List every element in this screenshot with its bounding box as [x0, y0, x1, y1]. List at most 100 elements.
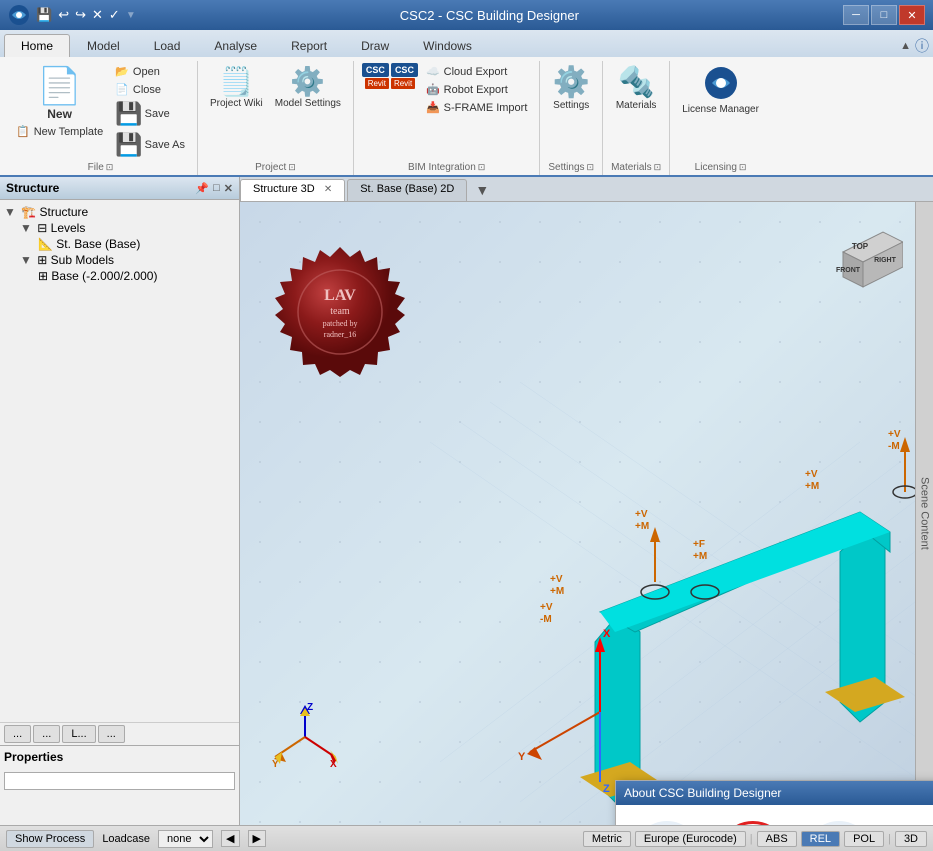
- bottom-axes: Z Y X: [270, 702, 340, 775]
- ribbon-help[interactable]: ▲: [900, 40, 911, 52]
- model-settings-icon: ⚙️: [290, 65, 325, 98]
- nav-next[interactable]: ▶: [248, 830, 266, 847]
- tab-stbase2d[interactable]: St. Base (Base) 2D: [347, 179, 467, 201]
- properties-input[interactable]: [4, 772, 235, 790]
- cloud-export-button[interactable]: ☁️ Cloud Export: [422, 63, 531, 80]
- saveas-button[interactable]: 💾 Save As: [111, 130, 189, 160]
- viewport-3d[interactable]: X Y Z +V -M +F +M +V: [240, 202, 933, 825]
- tree-item-submodels[interactable]: ▼ ⊞ Sub Models: [20, 252, 235, 268]
- svg-text:+F: +F: [693, 539, 705, 550]
- project-group-arrow[interactable]: ⊡: [288, 162, 296, 173]
- tab-structure3d[interactable]: Structure 3D ✕: [240, 179, 345, 201]
- open-button[interactable]: 📂 Open: [111, 63, 189, 80]
- settings-group-arrow[interactable]: ⊡: [587, 162, 595, 173]
- license-manager-button[interactable]: License Manager: [678, 63, 763, 117]
- submodels-icon: ⊞: [37, 253, 47, 267]
- tree-btn-1[interactable]: ...: [4, 725, 31, 743]
- tab-report[interactable]: Report: [274, 34, 344, 57]
- viewport-area: Structure 3D ✕ St. Base (Base) 2D ▼: [240, 177, 933, 825]
- eurocode-pill[interactable]: Europe (Eurocode): [635, 831, 746, 847]
- ribbon-info[interactable]: ⓘ: [915, 36, 929, 56]
- levels-icon: ⊟: [37, 221, 47, 235]
- fastrak-icon-section: Fastrak: [632, 821, 702, 825]
- svg-text:+V: +V: [635, 509, 648, 520]
- settings-button[interactable]: ⚙️ Settings: [549, 63, 594, 113]
- pin-icon[interactable]: 📌: [195, 182, 209, 195]
- rel-pill[interactable]: REL: [801, 831, 840, 847]
- ribbon-group-project: 🗒️ Project Wiki ⚙️ Model Settings Projec…: [198, 61, 354, 175]
- ribbon-group-settings: ⚙️ Settings Settings ⊡: [540, 61, 603, 175]
- minimize-button[interactable]: ─: [843, 5, 869, 25]
- maximize-button[interactable]: □: [871, 5, 897, 25]
- tree-item-stbase[interactable]: 📐 St. Base (Base): [36, 236, 235, 252]
- quick-access-save[interactable]: 💾: [36, 7, 52, 23]
- model-settings-button[interactable]: ⚙️ Model Settings: [271, 63, 345, 111]
- structure-panel: Structure 📌 □ ✕ ▼ 🏗️ Structure ▼ ⊟ Level…: [0, 177, 240, 825]
- materials-button[interactable]: 🔩 Materials: [612, 63, 661, 113]
- loadcase-select[interactable]: none: [158, 830, 213, 848]
- app-icon: [8, 4, 30, 26]
- nav-prev[interactable]: ◀: [221, 830, 239, 847]
- tab-analyse[interactable]: Analyse: [197, 34, 274, 57]
- folder-icon: 📂: [115, 65, 129, 78]
- abs-pill[interactable]: ABS: [757, 831, 797, 847]
- save-icon: 💾: [115, 101, 142, 127]
- tab-add[interactable]: ▼: [469, 179, 495, 201]
- header-close-icon[interactable]: ✕: [224, 182, 233, 195]
- properties-panel: Properties: [0, 745, 239, 825]
- pol-pill[interactable]: POL: [844, 831, 884, 847]
- tab-windows[interactable]: Windows: [406, 34, 489, 57]
- metric-pill[interactable]: Metric: [583, 831, 631, 847]
- svg-text:+V: +V: [550, 574, 563, 585]
- quick-access-undo[interactable]: ↩: [58, 7, 69, 23]
- settings-icon: ⚙️: [553, 65, 590, 100]
- tab-home[interactable]: Home: [4, 34, 70, 57]
- 3d-pill[interactable]: 3D: [895, 831, 927, 847]
- svg-text:X: X: [330, 759, 337, 770]
- licensing-group-arrow[interactable]: ⊡: [739, 162, 747, 173]
- tree-btn-3[interactable]: L...: [62, 725, 95, 743]
- orion-icon-section: Orion: [804, 821, 874, 825]
- quick-access-redo[interactable]: ↪: [75, 7, 86, 23]
- tab-draw[interactable]: Draw: [344, 34, 406, 57]
- svg-text:X: X: [603, 628, 611, 640]
- svg-text:radner_16: radner_16: [324, 330, 356, 339]
- new-template-icon: 📋: [16, 125, 30, 138]
- about-title: About CSC Building Designer: [624, 786, 781, 800]
- robot-export-button[interactable]: 🤖 Robot Export: [422, 81, 531, 98]
- close-button[interactable]: 📄 Close: [111, 81, 189, 98]
- csc-revit-icon: CSC CSC: [362, 63, 418, 77]
- tree-buttons: ... ... L... ...: [0, 722, 239, 745]
- tree-item-base[interactable]: ⊞ Base (-2.000/2.000): [36, 268, 235, 284]
- tab-load[interactable]: Load: [137, 34, 198, 57]
- svg-text:-M: -M: [888, 441, 900, 452]
- show-process-button[interactable]: Show Process: [6, 830, 94, 848]
- new-icon: 📄: [37, 65, 82, 107]
- properties-title: Properties: [4, 750, 235, 764]
- bim-group-arrow[interactable]: ⊡: [478, 162, 486, 173]
- project-wiki-button[interactable]: 🗒️ Project Wiki: [206, 63, 267, 111]
- svg-text:+V: +V: [888, 429, 901, 440]
- materials-group-arrow[interactable]: ⊡: [654, 162, 662, 173]
- tree-item-structure[interactable]: ▼ 🏗️ Structure: [4, 204, 235, 220]
- ribbon-group-licensing: License Manager Licensing ⊡: [670, 61, 771, 175]
- new-button[interactable]: 📄 New: [33, 63, 86, 123]
- tree-btn-4[interactable]: ...: [98, 725, 125, 743]
- save-button[interactable]: 💾 Save: [111, 99, 189, 129]
- quick-access-check[interactable]: ✓: [109, 7, 120, 23]
- file-group-arrow[interactable]: ⊡: [106, 162, 114, 173]
- sframe-import-button[interactable]: 📥 S-FRAME Import: [422, 99, 531, 116]
- new-template-button[interactable]: 📋 New Template: [12, 123, 107, 140]
- window-title: CSC2 - CSC Building Designer: [400, 8, 579, 23]
- tree-btn-2[interactable]: ...: [33, 725, 60, 743]
- tree-item-levels[interactable]: ▼ ⊟ Levels: [20, 220, 235, 236]
- close-button[interactable]: ✕: [899, 5, 925, 25]
- header-expand-icon[interactable]: □: [213, 182, 220, 195]
- tab-model[interactable]: Model: [70, 34, 137, 57]
- base-icon: ⊞: [38, 269, 48, 283]
- svg-text:+V: +V: [540, 602, 553, 613]
- quick-access-delete[interactable]: ✕: [92, 7, 103, 23]
- svg-text:+M: +M: [805, 481, 819, 492]
- tab-close-3d[interactable]: ✕: [324, 184, 332, 195]
- orientation-cube: TOP FRONT RIGHT: [823, 212, 903, 292]
